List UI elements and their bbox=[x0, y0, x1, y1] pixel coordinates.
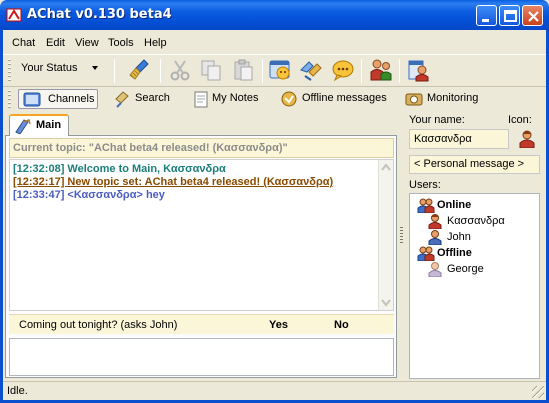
user-settings-icon[interactable] bbox=[407, 58, 431, 82]
status-text: Idle. bbox=[7, 385, 28, 397]
icon-label: Icon: bbox=[508, 114, 532, 126]
message-input[interactable] bbox=[9, 338, 394, 376]
user-item[interactable]: John bbox=[427, 230, 537, 245]
cut-icon[interactable] bbox=[168, 58, 192, 82]
toolbar-grip[interactable] bbox=[8, 59, 11, 83]
chevron-down-icon bbox=[92, 66, 98, 70]
poll-question: Coming out tonight? (asks John) bbox=[19, 319, 178, 331]
poll-no-button[interactable]: No bbox=[334, 319, 349, 331]
monitoring-icon bbox=[405, 93, 423, 106]
your-name-label: Your name: bbox=[409, 114, 465, 126]
main-toolbar: Your Status bbox=[3, 54, 546, 86]
tab-offline-messages-label: Offline messages bbox=[302, 92, 387, 104]
splitter-grip bbox=[400, 227, 403, 243]
users-group-icon bbox=[417, 246, 435, 261]
toolbar-separator bbox=[262, 59, 263, 83]
search-icon bbox=[115, 91, 129, 108]
group-offline-label: Offline bbox=[437, 247, 472, 259]
tab-channels[interactable]: Channels bbox=[18, 89, 98, 109]
title-bar[interactable]: AChat v0.130 beta4 bbox=[0, 0, 549, 30]
chat-scrollbar[interactable] bbox=[378, 160, 393, 310]
chat-log[interactable]: [12:32:08] Welcome to Main, Κασσανδρα [1… bbox=[9, 159, 394, 311]
send-message-icon[interactable] bbox=[299, 58, 323, 82]
user-name: Κασσανδρα bbox=[447, 215, 505, 227]
menu-help[interactable]: Help bbox=[144, 37, 167, 49]
tab-search[interactable]: Search bbox=[112, 89, 178, 109]
current-topic: Current topic: "AChat beta4 released! (Κ… bbox=[9, 138, 394, 158]
toolbar-separator bbox=[160, 59, 161, 83]
status-bar: Idle. bbox=[3, 381, 546, 400]
poll-bar: Coming out tonight? (asks John) Yes No bbox=[9, 314, 394, 334]
tab-main-label: Main bbox=[36, 119, 62, 131]
user-avatar-icon[interactable] bbox=[519, 130, 535, 148]
user-name: John bbox=[447, 231, 471, 243]
scroll-up-icon[interactable] bbox=[379, 160, 393, 175]
panel-splitter[interactable] bbox=[399, 112, 404, 380]
channel-tab-icon bbox=[15, 119, 31, 134]
toolbar-separator bbox=[114, 59, 115, 83]
paste-icon[interactable] bbox=[231, 58, 255, 82]
chat-bubble-icon[interactable] bbox=[331, 58, 355, 82]
menu-edit[interactable]: Edit bbox=[46, 37, 65, 49]
menu-view[interactable]: View bbox=[75, 37, 99, 49]
channels-icon bbox=[23, 92, 41, 107]
close-icon bbox=[528, 11, 539, 22]
user-offline-icon bbox=[428, 262, 442, 277]
tab-offline-messages[interactable]: Offline messages bbox=[279, 89, 391, 109]
chat-message: [12:33:47] <Κασσανδρα> hey bbox=[13, 189, 165, 201]
user-name: George bbox=[447, 263, 484, 275]
resize-grip[interactable] bbox=[532, 386, 544, 398]
toolbar-separator bbox=[399, 59, 400, 83]
chat-message-topic: [12:32:17] New topic set: AChat beta4 re… bbox=[13, 176, 334, 188]
maximize-icon bbox=[504, 10, 517, 22]
scroll-down-icon[interactable] bbox=[379, 295, 393, 310]
chat-message: [12:32:08] Welcome to Main, Κασσανδρα bbox=[13, 163, 226, 175]
notes-icon bbox=[194, 91, 208, 108]
group-offline[interactable]: Offline bbox=[417, 246, 537, 261]
personal-message-field[interactable]: < Personal message > bbox=[409, 155, 540, 174]
clear-broom-icon[interactable] bbox=[128, 58, 152, 82]
tab-search-label: Search bbox=[135, 92, 170, 104]
menu-chat[interactable]: Chat bbox=[12, 37, 35, 49]
menu-bar: Chat Edit View Tools Help bbox=[3, 30, 546, 54]
menu-tools[interactable]: Tools bbox=[108, 37, 134, 49]
users-label: Users: bbox=[409, 179, 441, 191]
tab-monitoring-label: Monitoring bbox=[427, 92, 479, 104]
user-item[interactable]: Κασσανδρα bbox=[427, 214, 537, 229]
emoticon-window-icon[interactable] bbox=[268, 58, 292, 82]
minimize-icon bbox=[482, 19, 489, 22]
users-add-icon[interactable] bbox=[369, 58, 393, 82]
window-title: AChat v0.130 beta4 bbox=[27, 7, 172, 22]
toolbar-grip[interactable] bbox=[8, 90, 11, 109]
group-online-label: Online bbox=[437, 199, 472, 211]
minimize-button[interactable] bbox=[476, 5, 497, 26]
maximize-button[interactable] bbox=[499, 5, 520, 26]
user-item[interactable]: George bbox=[427, 262, 537, 277]
tab-my-notes[interactable]: My Notes bbox=[190, 89, 264, 109]
your-status-dropdown[interactable]: Your Status bbox=[21, 62, 77, 74]
users-group-icon bbox=[417, 198, 435, 213]
tab-main[interactable]: Main bbox=[9, 114, 69, 136]
app-logo-icon bbox=[6, 8, 22, 22]
toolbar-separator bbox=[361, 59, 362, 83]
user-male-icon bbox=[428, 230, 442, 245]
user-female-icon bbox=[428, 214, 442, 229]
poll-yes-button[interactable]: Yes bbox=[269, 319, 288, 331]
user-list[interactable]: Online Κασσανδρα John Offline George bbox=[409, 193, 540, 379]
tab-monitoring[interactable]: Monitoring bbox=[404, 89, 486, 109]
your-name-field[interactable]: Κασσανδρα bbox=[409, 129, 509, 149]
close-button[interactable] bbox=[522, 5, 543, 26]
group-online[interactable]: Online bbox=[417, 198, 537, 213]
tab-my-notes-label: My Notes bbox=[212, 92, 259, 104]
copy-icon[interactable] bbox=[199, 58, 223, 82]
offline-messages-icon bbox=[281, 91, 297, 107]
tab-channels-label: Channels bbox=[48, 93, 95, 105]
